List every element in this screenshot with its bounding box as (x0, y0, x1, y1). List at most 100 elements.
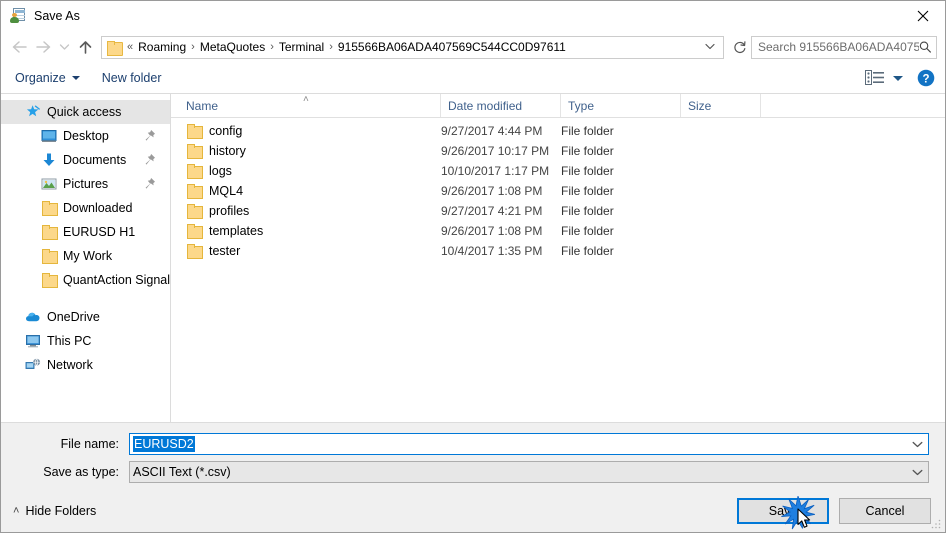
chevron-down-icon[interactable] (906, 462, 928, 482)
save-button[interactable]: Save (737, 493, 829, 529)
sidebar-item-label: Quick access (47, 105, 122, 119)
column-header-size[interactable]: Size (681, 94, 761, 117)
folder-icon (41, 248, 58, 264)
breadcrumb-overflow[interactable]: « (125, 41, 135, 53)
file-name-input[interactable]: EURUSD2 (129, 433, 929, 455)
save-as-type-row: Save as type: ASCII Text (*.csv) (17, 461, 929, 483)
sidebar-item-label: Pictures (63, 177, 109, 191)
documents-icon (41, 152, 57, 168)
close-icon[interactable] (900, 1, 945, 31)
table-row[interactable]: profiles 9/27/2017 4:21 PM File folder (179, 201, 945, 221)
back-arrow-icon[interactable] (7, 35, 31, 59)
column-header-type-label: Type (568, 98, 595, 113)
pin-icon[interactable] (144, 129, 156, 142)
new-folder-label: New folder (101, 71, 162, 85)
sidebar-item-quantaction-signal[interactable]: QuantAction Signal (1, 268, 170, 292)
sidebar-item-label: Network (47, 358, 93, 372)
address-bar[interactable]: « Roaming › MetaQuotes › Terminal › 9155… (101, 35, 724, 59)
column-header-type[interactable]: Type (561, 94, 681, 117)
organize-button[interactable]: Organize (15, 71, 80, 85)
column-header-date-modified[interactable]: Date modified (441, 94, 561, 117)
sidebar-item-quick-access[interactable]: Quick access (1, 100, 170, 124)
save-button-label: Save (768, 503, 798, 518)
sidebar-item-documents[interactable]: Documents (1, 148, 170, 172)
breadcrumb-separator: › (329, 41, 333, 53)
folder-icon (186, 163, 203, 179)
sidebar-item-label: Documents (63, 153, 127, 167)
mouse-cursor-icon (797, 507, 813, 530)
forward-arrow-icon[interactable] (31, 35, 55, 59)
table-row[interactable]: history 9/26/2017 10:17 PM File folder (179, 141, 945, 161)
chevron-down-icon (893, 75, 903, 81)
breadcrumb: « Roaming › MetaQuotes › Terminal › 9155… (125, 40, 701, 54)
sidebar-item-desktop[interactable]: Desktop (1, 124, 170, 148)
refresh-icon[interactable] (729, 36, 751, 59)
recent-locations-chevron-icon[interactable] (55, 35, 73, 59)
save-as-app-icon (10, 8, 26, 24)
file-name-cell: config (179, 123, 441, 139)
sort-ascending-icon: ˄ (303, 94, 309, 105)
column-header-name-label: Name (186, 98, 219, 113)
folder-icon (186, 143, 203, 159)
column-header-name[interactable]: Name ˄ (179, 94, 441, 117)
file-date-cell: 9/26/2017 1:08 PM (441, 184, 543, 198)
file-date-cell: 9/27/2017 4:21 PM (441, 204, 543, 218)
sidebar-item-eurusd-h1[interactable]: EURUSD H1 (1, 220, 170, 244)
cancel-button-label: Cancel (865, 503, 905, 518)
folder-icon (186, 203, 203, 219)
folder-icon (186, 223, 203, 239)
file-name-cell: history (179, 143, 441, 159)
file-list-rows: config 9/27/2017 4:44 PM File folder his… (171, 118, 945, 422)
sidebar-item-onedrive[interactable]: OneDrive (1, 305, 170, 329)
up-arrow-icon[interactable] (73, 35, 97, 59)
file-name-cell: templates (179, 223, 441, 239)
breadcrumb-separator: › (191, 41, 195, 53)
file-name-label: templates (209, 224, 264, 238)
file-name-cell: tester (179, 243, 441, 259)
file-name-value: EURUSD2 (133, 436, 195, 452)
file-name-label: profiles (209, 204, 250, 218)
cancel-button[interactable]: Cancel (839, 497, 931, 524)
title-bar: Save As (1, 1, 945, 31)
file-date-cell: 10/4/2017 1:35 PM (441, 244, 543, 258)
hide-folders-button[interactable]: ˄ Hide Folders (13, 504, 96, 518)
table-row[interactable]: config 9/27/2017 4:44 PM File folder (179, 121, 945, 141)
new-folder-button[interactable]: New folder (102, 71, 162, 85)
file-name-label: tester (209, 244, 241, 258)
table-row[interactable]: tester 10/4/2017 1:35 PM File folder (179, 241, 945, 261)
sidebar-item-this-pc[interactable]: This PC (1, 329, 170, 353)
sidebar-item-downloaded[interactable]: Downloaded (1, 196, 170, 220)
help-icon[interactable]: ? (917, 69, 935, 87)
pin-icon[interactable] (144, 153, 156, 166)
sidebar-item-my-work[interactable]: My Work (1, 244, 170, 268)
window-title: Save As (34, 9, 80, 23)
sidebar-item-pictures[interactable]: Pictures (1, 172, 170, 196)
table-row[interactable]: MQL4 9/26/2017 1:08 PM File folder (179, 181, 945, 201)
folder-icon (186, 243, 203, 259)
file-name-row: File name: EURUSD2 (17, 433, 929, 455)
dialog-footer: ˄ Hide Folders Save Cancel (1, 489, 945, 532)
breadcrumb-item-roaming[interactable]: Roaming (135, 40, 189, 54)
desktop-icon (41, 128, 57, 144)
table-row[interactable]: templates 9/26/2017 1:08 PM File folder (179, 221, 945, 241)
save-form: File name: EURUSD2 Save as type: ASCII T… (1, 422, 945, 489)
column-header-date-label: Date modified (448, 98, 523, 113)
breadcrumb-item-metaquotes[interactable]: MetaQuotes (197, 40, 268, 54)
table-row[interactable]: logs 10/10/2017 1:17 PM File folder (179, 161, 945, 181)
sidebar-item-network[interactable]: Network (1, 353, 170, 377)
pin-icon[interactable] (144, 177, 156, 190)
view-options-button[interactable] (865, 70, 903, 86)
breadcrumb-item-terminal-id[interactable]: 915566BA06ADA407569C544CC0D97611 (335, 40, 569, 54)
save-as-type-select[interactable]: ASCII Text (*.csv) (129, 461, 929, 483)
file-type-cell: File folder (561, 244, 614, 258)
folder-icon (41, 272, 58, 288)
resize-grip[interactable] (930, 518, 942, 530)
file-name-label: logs (209, 164, 232, 178)
file-type-cell: File folder (561, 184, 614, 198)
chevron-down-icon[interactable] (906, 434, 928, 454)
file-name-label: config (209, 124, 243, 138)
search-input[interactable]: Search 915566BA06ADA40756... (751, 35, 937, 59)
address-chevron-down-icon[interactable] (701, 42, 721, 53)
breadcrumb-item-terminal[interactable]: Terminal (276, 40, 327, 54)
file-name-label: File name: (60, 437, 119, 451)
